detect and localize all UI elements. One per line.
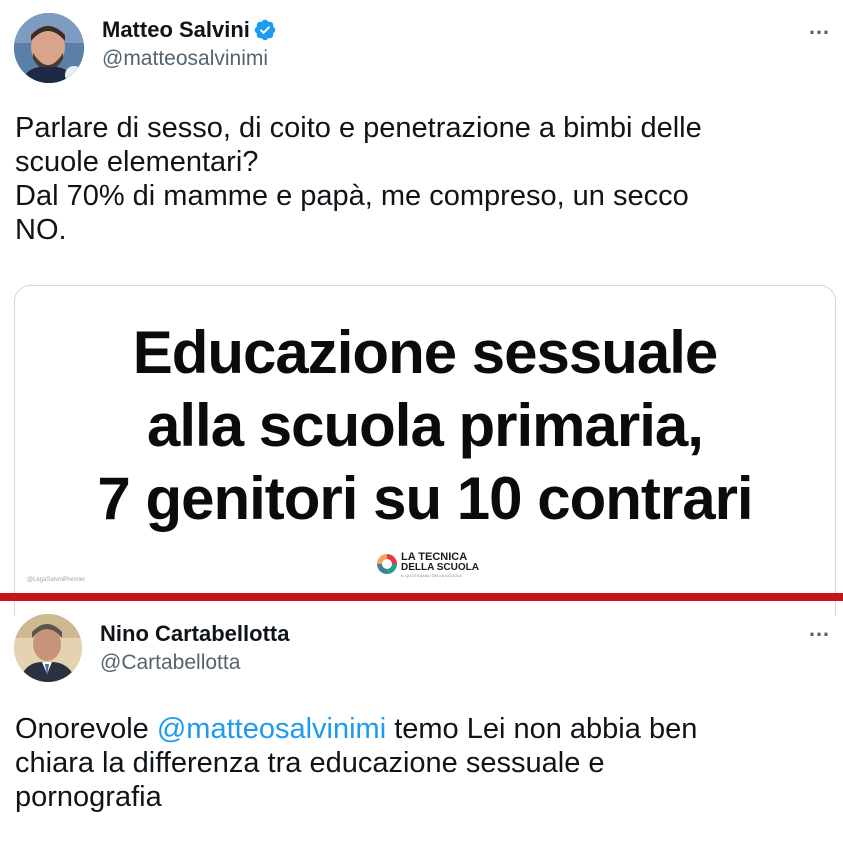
author-name[interactable]: Matteo Salvini (102, 17, 250, 43)
mention-link[interactable]: @matteosalvinimi (157, 713, 386, 745)
text-segment: temo Lei non abbia ben (386, 713, 698, 745)
author-handle[interactable]: @Cartabellotta (100, 651, 240, 675)
verified-badge-icon (254, 19, 276, 41)
media-card[interactable]: Educazione sessuale alla scuola primaria… (14, 285, 836, 616)
card-headline: Educazione sessuale alla scuola primaria… (15, 316, 835, 535)
tweet-text-line: NO. (15, 214, 67, 246)
logo-tagline: IL QUOTIDIANO DELLA SCUOLA (401, 573, 462, 578)
la-tecnica-della-scuola-logo: LA TECNICA DELLA SCUOLA IL QUOTIDIANO DE… (377, 550, 497, 580)
card-headline-line: alla scuola primaria, (147, 392, 704, 459)
tweet-text-line: Parlare di sesso, di coito e penetrazion… (15, 112, 702, 144)
tweet-text-line: scuole elementari? (15, 146, 259, 178)
watermark: @LegaSalviniPremier (27, 577, 86, 583)
more-options-icon[interactable]: … (808, 14, 831, 40)
divider-bar (0, 593, 843, 601)
more-options-icon[interactable]: … (808, 616, 831, 642)
card-headline-line: Educazione sessuale (132, 319, 719, 386)
tweet-text-line: pornografia (15, 781, 162, 813)
author-handle[interactable]: @matteosalvinimi (102, 47, 268, 71)
tweet-text-line: Dal 70% di mamme e papà, me compreso, un… (15, 180, 689, 212)
tweet-text: Parlare di sesso, di coito e penetrazion… (15, 111, 825, 247)
tweet-text: Onorevole @matteosalvinimi temo Lei non … (15, 712, 825, 814)
avatar-cartabellotta[interactable] (14, 614, 82, 682)
text-segment: Onorevole (15, 713, 157, 745)
author-name[interactable]: Nino Cartabellotta (100, 621, 289, 647)
tweet-text-line: chiara la differenza tra educazione sess… (15, 747, 605, 779)
tweet-salvini: Matteo Salvini @matteosalvinimi … Parlar… (0, 0, 843, 616)
card-headline-line: 7 genitori su 10 contrari (97, 465, 753, 532)
avatar-salvini[interactable] (14, 13, 84, 83)
tweet-text-line: Onorevole @matteosalvinimi temo Lei non … (15, 712, 825, 746)
logo-mark-icon (377, 554, 397, 574)
logo-text-line2: DELLA SCUOLA (401, 562, 479, 573)
